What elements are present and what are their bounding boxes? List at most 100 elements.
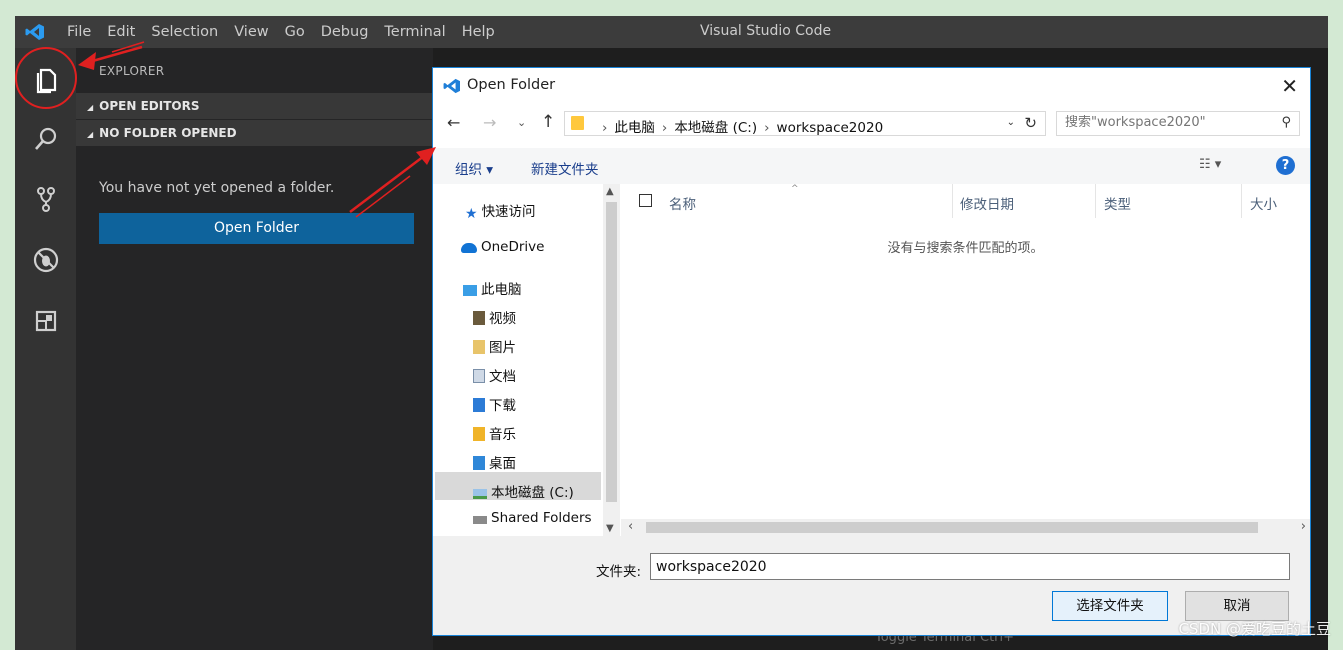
breadcrumb-separator-icon: ›	[661, 120, 668, 136]
breadcrumb-local-disk[interactable]: 本地磁盘 (C:)	[674, 120, 757, 136]
collapse-triangle-icon: ◢	[87, 103, 94, 112]
scroll-up-icon[interactable]: ▲	[606, 186, 614, 197]
menu-terminal[interactable]: Terminal	[376, 16, 453, 48]
nav-item-this-pc[interactable]: 此电脑	[463, 278, 522, 298]
star-icon: ★	[465, 206, 478, 222]
file-list-pane: ^ 名称 修改日期 类型 大小 没有与搜索条件匹配的项。	[621, 184, 1310, 536]
activity-debug[interactable]	[15, 231, 76, 289]
drive-icon	[473, 489, 487, 499]
menu-view[interactable]: View	[226, 16, 276, 48]
no-folder-section[interactable]: ◢ NO FOLDER OPENED	[76, 120, 433, 146]
explorer-sidebar: EXPLORER ◢ OPEN EDITORS ◢ NO FOLDER OPENED…	[76, 48, 433, 650]
help-icon[interactable]: ?	[1276, 156, 1295, 175]
command-bar: 组织 ▾ 新建文件夹 ☷ ▾ ?	[433, 148, 1310, 184]
activity-bar	[15, 48, 76, 650]
vscode-logo-icon	[25, 24, 44, 40]
desktop-folder-icon	[473, 456, 485, 470]
column-name[interactable]: 名称	[669, 193, 696, 213]
empty-results-message: 没有与搜索条件匹配的项。	[887, 241, 1044, 256]
menu-help[interactable]: Help	[454, 16, 503, 48]
column-date-modified[interactable]: 修改日期	[960, 193, 1014, 213]
activity-source-control[interactable]	[15, 170, 76, 228]
forward-arrow-icon[interactable]: →	[483, 113, 496, 132]
address-dropdown-icon[interactable]: ⌄	[1007, 117, 1015, 128]
menu-selection[interactable]: Selection	[143, 16, 226, 48]
column-divider[interactable]	[952, 184, 953, 218]
pictures-folder-icon	[473, 340, 485, 354]
window-title: Visual Studio Code	[700, 23, 832, 39]
view-options-icon[interactable]: ☷ ▾	[1199, 157, 1221, 172]
scroll-down-icon[interactable]: ▼	[606, 523, 614, 534]
dialog-title: Open Folder	[467, 77, 556, 93]
activity-extensions[interactable]	[15, 292, 76, 350]
folder-name-input[interactable]	[650, 553, 1290, 580]
breadcrumb-workspace[interactable]: workspace2020	[777, 120, 884, 136]
select-folder-button[interactable]: 选择文件夹	[1052, 591, 1168, 621]
search-icon	[34, 127, 56, 150]
organize-button[interactable]: 组织 ▾	[455, 158, 493, 178]
no-folder-label: NO FOLDER OPENED	[99, 126, 237, 140]
recent-locations-chevron-icon[interactable]: ⌄	[517, 116, 526, 129]
nav-item-onedrive[interactable]: OneDrive	[461, 239, 544, 255]
menu-debug[interactable]: Debug	[313, 16, 377, 48]
search-box[interactable]: ⚲	[1056, 111, 1300, 136]
computer-icon	[463, 285, 477, 296]
nav-item-local-disk[interactable]: 本地磁盘 (C:)	[473, 481, 574, 501]
back-arrow-icon[interactable]: ←	[447, 113, 460, 132]
nav-item-documents[interactable]: 文档	[473, 365, 516, 385]
nav-item-music[interactable]: 音乐	[473, 423, 516, 443]
folder-label: 文件夹:	[596, 564, 642, 580]
cloud-icon	[461, 243, 477, 253]
menu-edit[interactable]: Edit	[99, 16, 143, 48]
new-folder-button[interactable]: 新建文件夹	[531, 158, 599, 178]
column-divider[interactable]	[1095, 184, 1096, 218]
vscode-logo-icon	[443, 78, 460, 94]
menu-bar: File Edit Selection View Go Debug Termin…	[59, 16, 503, 48]
nav-item-pictures[interactable]: 图片	[473, 336, 516, 356]
folder-icon	[571, 116, 584, 130]
collapse-triangle-icon: ◢	[87, 130, 94, 139]
network-folder-icon	[473, 516, 487, 524]
navigation-scrollbar[interactable]: ▲ ▼	[603, 184, 620, 536]
sort-caret-icon: ^	[791, 184, 799, 194]
open-folder-button[interactable]: Open Folder	[99, 213, 414, 244]
select-all-checkbox[interactable]	[639, 194, 652, 207]
nav-item-quick-access[interactable]: ★ 快速访问	[465, 200, 536, 222]
open-editors-section[interactable]: ◢ OPEN EDITORS	[76, 93, 433, 119]
menu-go[interactable]: Go	[277, 16, 313, 48]
nav-item-shared-folders[interactable]: Shared Folders	[473, 510, 592, 526]
open-folder-dialog: Open Folder ✕ ← → ⌄ ↑ › 此电脑 › 本地磁盘 (C:) › wor…	[432, 67, 1311, 636]
breadcrumb-separator-icon: ›	[602, 120, 608, 136]
video-folder-icon	[473, 311, 485, 325]
cancel-button[interactable]: 取消	[1185, 591, 1289, 621]
open-editors-label: OPEN EDITORS	[99, 99, 200, 113]
horizontal-scrollbar[interactable]: ‹ ›	[621, 519, 1310, 536]
activity-explorer[interactable]	[15, 50, 76, 108]
scrollbar-thumb[interactable]	[606, 202, 617, 502]
scroll-right-icon[interactable]: ›	[1301, 519, 1306, 534]
activity-search[interactable]	[15, 110, 76, 168]
search-icon: ⚲	[1281, 115, 1291, 130]
nav-item-videos[interactable]: 视频	[473, 307, 516, 327]
extensions-icon	[35, 310, 56, 332]
explorer-icon	[36, 68, 56, 94]
column-size[interactable]: 大小	[1250, 193, 1277, 213]
column-type[interactable]: 类型	[1104, 193, 1131, 213]
close-icon[interactable]: ✕	[1281, 74, 1298, 98]
address-bar[interactable]: › 此电脑 › 本地磁盘 (C:) › workspace2020 ⌄ ↻	[564, 111, 1046, 136]
up-arrow-icon[interactable]: ↑	[541, 112, 555, 132]
column-divider[interactable]	[1241, 184, 1242, 218]
nav-item-desktop[interactable]: 桌面	[473, 452, 516, 472]
navigation-pane: ★ 快速访问 OneDrive 此电脑 视频 图片 文档 下载 音乐 桌面 本地磁…	[433, 184, 603, 536]
downloads-folder-icon	[473, 398, 485, 412]
scroll-left-icon[interactable]: ‹	[628, 519, 633, 534]
scrollbar-thumb[interactable]	[646, 522, 1258, 533]
nav-item-downloads[interactable]: 下载	[473, 394, 516, 414]
debug-icon	[33, 247, 58, 273]
search-input[interactable]	[1065, 115, 1265, 130]
menu-file[interactable]: File	[59, 16, 99, 48]
sidebar-title: EXPLORER	[99, 64, 165, 78]
music-folder-icon	[473, 427, 485, 441]
breadcrumb-this-pc[interactable]: 此电脑	[614, 120, 655, 136]
refresh-icon[interactable]: ↻	[1024, 114, 1037, 132]
